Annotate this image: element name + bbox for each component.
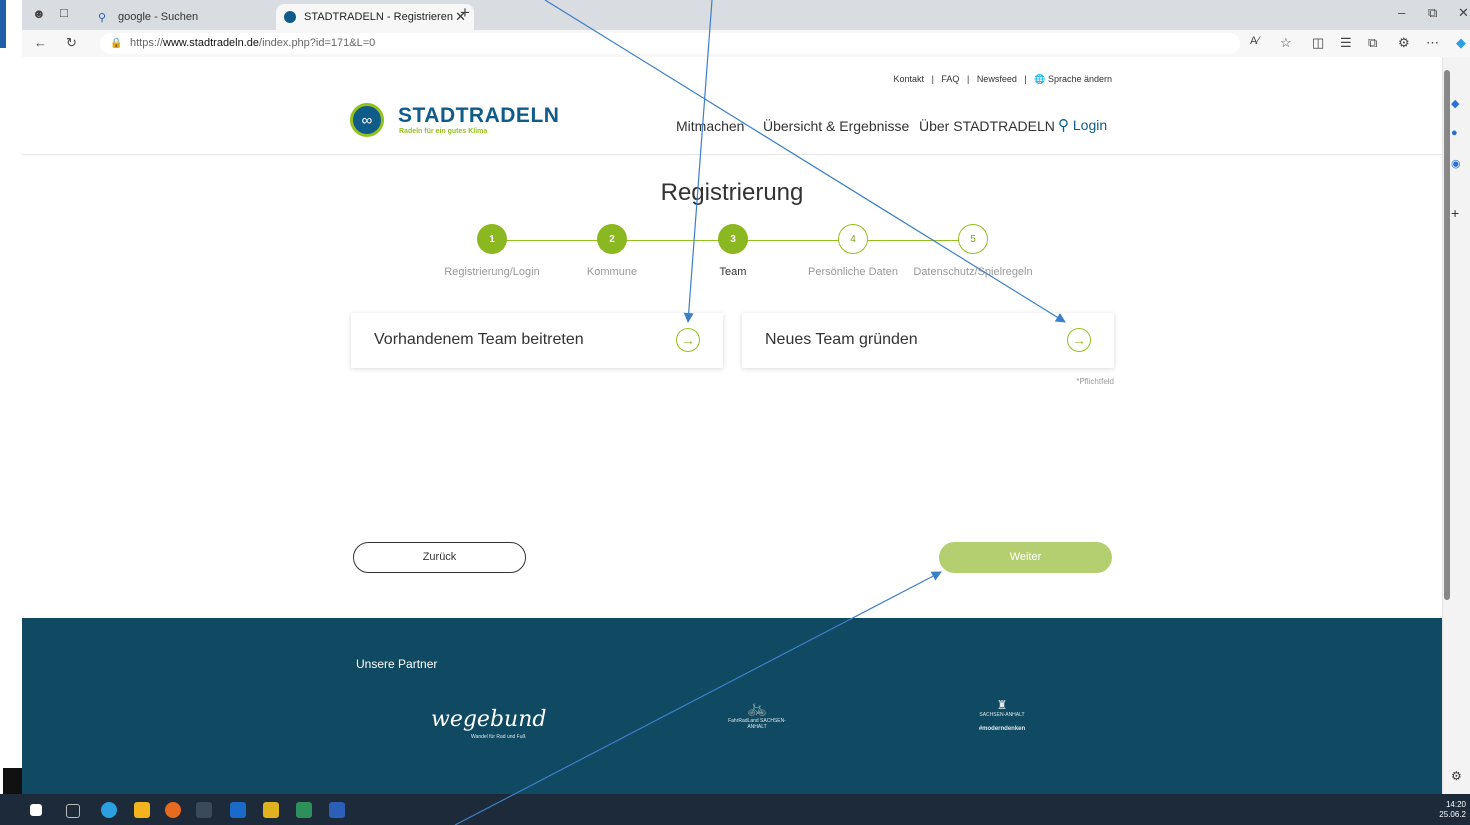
site-favicon-icon — [284, 11, 296, 23]
favorite-star-icon[interactable]: ☆ — [1280, 35, 1292, 51]
step-1: 1 — [477, 224, 507, 254]
partners-title: Unsere Partner — [356, 657, 438, 671]
top-links: Kontakt | FAQ | Newsfeed | 🌐 Sprache änd… — [894, 74, 1112, 85]
partner-sachsen-anhalt-name: SACHSEN-ANHALT — [979, 712, 1025, 718]
close-window-icon[interactable]: ✕ — [1458, 5, 1469, 21]
link-faq[interactable]: FAQ — [941, 74, 959, 84]
site-header: Kontakt | FAQ | Newsfeed | 🌐 Sprache änd… — [22, 57, 1442, 155]
separator: | — [931, 74, 934, 84]
start-icon[interactable] — [30, 804, 42, 816]
app-icon[interactable] — [263, 802, 279, 818]
url-path: /index.php?id=171&L=0 — [259, 37, 376, 49]
tab-actions-icon[interactable]: □ — [60, 5, 68, 20]
arrow-right-icon[interactable]: → — [1067, 328, 1091, 352]
new-team-label: Neues Team gründen — [765, 331, 918, 348]
next-button[interactable]: Weiter — [939, 542, 1112, 573]
extensions-icon[interactable]: ⚙ — [1398, 35, 1410, 51]
back-icon[interactable]: ← — [34, 35, 47, 50]
back-button[interactable]: Zurück — [353, 542, 526, 573]
nav-uebersicht[interactable]: Übersicht & Ergebnisse — [763, 118, 909, 134]
minimize-icon[interactable]: – — [1398, 5, 1405, 20]
address-bar-row: ← ↻ 🔒 https://www.stadtradeln.de/index.p… — [22, 30, 1470, 58]
site-footer: Unsere Partner wegebund Wandel für Rad u… — [22, 618, 1442, 794]
url-input[interactable]: 🔒 https://www.stadtradeln.de/index.php?i… — [100, 33, 1240, 54]
web-page: Kontakt | FAQ | Newsfeed | 🌐 Sprache änd… — [22, 57, 1442, 794]
left-window-edge — [0, 0, 22, 825]
restore-icon[interactable]: ⧉ — [1428, 5, 1437, 21]
step-2: 2 — [597, 224, 627, 254]
tab-stadtradeln[interactable]: STADTRADELN - Registrieren ✕ — [276, 4, 474, 30]
word-icon[interactable] — [329, 802, 345, 818]
sidebar-app-icon[interactable]: ● — [1451, 127, 1458, 139]
url-host: www.stadtradeln.de — [163, 37, 260, 49]
tab-title: STADTRADELN - Registrieren — [304, 11, 453, 23]
partner-wegebund-tagline: Wandel für Rad und Fuß — [471, 734, 526, 740]
page-title: Registrierung — [660, 179, 804, 206]
page-scrollbar[interactable] — [1444, 70, 1450, 600]
user-icon: ⚲ — [1058, 117, 1069, 134]
file-explorer-icon[interactable] — [134, 802, 150, 818]
step-5: 5 — [958, 224, 988, 254]
reload-icon[interactable]: ↻ — [66, 35, 77, 51]
new-team-card[interactable]: Neues Team gründen → — [742, 313, 1114, 368]
url-scheme: https:// — [130, 37, 164, 49]
sidebar-add-icon[interactable]: + — [1451, 205, 1459, 221]
partner-wegebund-logo[interactable]: wegebund — [431, 707, 546, 732]
partner-hashtag: #moderndenken — [978, 726, 1026, 732]
logo-bike-icon[interactable]: ∞ — [350, 103, 384, 137]
firefox-icon[interactable] — [165, 802, 181, 818]
tab-google[interactable]: ⚲ google - Suchen ✕ — [90, 4, 298, 30]
partner-fahrradland-logo[interactable]: 🚲 FahrRadLand SACHSEN-ANHALT — [722, 698, 792, 730]
globe-icon: 🌐 — [1034, 74, 1046, 84]
logo-subtitle: Radeln für ein gutes Klima — [399, 128, 488, 135]
logo-title[interactable]: STADTRADELN — [398, 104, 559, 128]
sidebar-settings-icon[interactable]: ⚙ — [1451, 769, 1462, 783]
browser-tab-bar: ☻ □ ⚲ google - Suchen ✕ STADTRADELN - Re… — [22, 0, 1470, 30]
collections-icon[interactable]: ⧉ — [1368, 35, 1377, 51]
nav-mitmachen[interactable]: Mitmachen — [676, 118, 744, 134]
search-icon: ⚲ — [98, 12, 107, 24]
partner-sachsen-anhalt-logo[interactable]: ♜ SACHSEN-ANHALT #moderndenken — [962, 698, 1042, 732]
step-3: 3 — [718, 224, 748, 254]
step-label: Datenschutz/Spielregeln — [913, 266, 1033, 278]
join-team-label: Vorhandenem Team beitreten — [374, 331, 584, 348]
join-team-card[interactable]: Vorhandenem Team beitreten → — [351, 313, 723, 368]
separator: | — [966, 74, 970, 84]
sidebar-app-icon[interactable]: ◉ — [1451, 157, 1461, 170]
login-link[interactable]: ⚲ Login — [1058, 116, 1107, 134]
favorites-icon[interactable]: ☰ — [1340, 35, 1352, 51]
taskbar-clock[interactable]: 14:20 25.06.2 — [1439, 800, 1466, 820]
coat-of-arms-icon: ♜ — [996, 698, 1008, 712]
split-screen-icon[interactable]: ◫ — [1312, 35, 1324, 51]
separator: | — [1024, 74, 1027, 84]
bicycle-icon: 🚲 — [747, 700, 767, 717]
nav-ueber[interactable]: Über STADTRADELN — [919, 118, 1055, 134]
lock-icon: 🔒 — [110, 38, 123, 49]
task-view-icon[interactable] — [66, 804, 80, 818]
required-note: *Pflichtfeld — [1076, 377, 1114, 386]
arrow-right-icon[interactable]: → — [676, 328, 700, 352]
link-language[interactable]: Sprache ändern — [1048, 74, 1112, 84]
left-accent-strip — [0, 0, 6, 48]
left-dark-strip — [3, 768, 22, 794]
login-label: Login — [1072, 117, 1108, 133]
edge-icon[interactable] — [101, 802, 117, 818]
calculator-icon[interactable] — [196, 802, 212, 818]
partner-fahrradland-name: FahrRadLand SACHSEN-ANHALT — [728, 718, 786, 730]
new-tab-icon[interactable]: + — [460, 3, 470, 23]
sidebar-app-icon[interactable]: ◆ — [1451, 97, 1459, 110]
tab-title: google - Suchen — [118, 11, 199, 23]
windows-taskbar: 14:20 25.06.2 — [0, 794, 1470, 825]
clock-time: 14:20 — [1445, 800, 1466, 809]
profile-icon[interactable]: ☻ — [32, 6, 46, 21]
more-menu-icon[interactable]: ⋯ — [1426, 35, 1439, 51]
clock-date: 25.06.2 — [1439, 810, 1466, 819]
step-4: 4 — [838, 224, 868, 254]
app-icon[interactable] — [296, 802, 312, 818]
link-newsfeed[interactable]: Newsfeed — [977, 74, 1017, 84]
link-kontakt[interactable]: Kontakt — [894, 74, 925, 84]
outlook-icon[interactable] — [230, 802, 246, 818]
read-aloud-icon[interactable]: A⁄ — [1250, 35, 1259, 47]
copilot-icon[interactable]: ◆ — [1456, 35, 1466, 51]
